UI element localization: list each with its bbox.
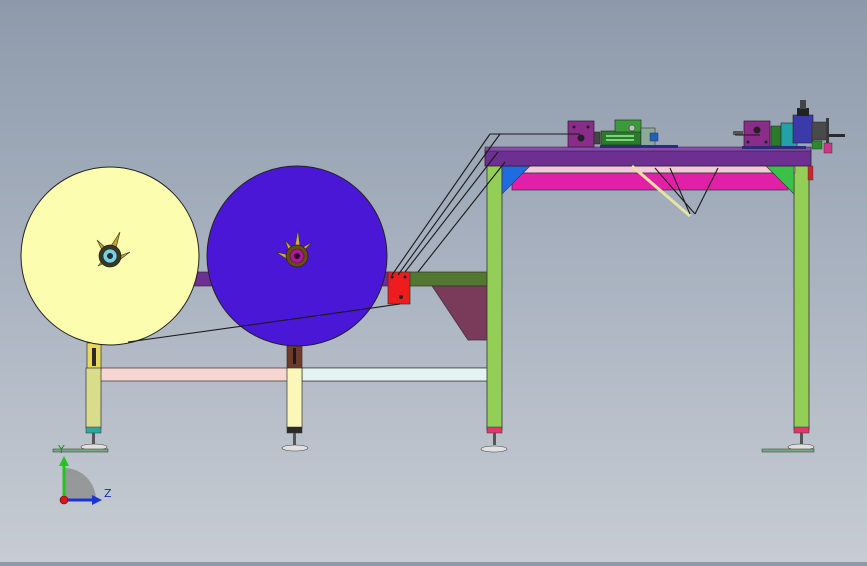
coordinate-triad: Y Z [57,443,112,505]
leg-1-screw [92,433,95,445]
tension-arm-beam [404,271,491,287]
leg-2-foot-cap [286,426,303,434]
roll-1 [20,166,200,346]
main-frame [480,146,815,453]
web-bracket-to-table-1 [391,133,491,276]
leg-2-foot-pad [281,444,309,452]
unwind-stand [52,342,489,453]
top-rail-pink [501,165,796,174]
web-bracket-to-table-2 [397,133,501,276]
x-axis-origin [59,495,69,505]
lower-tie-beam-right [301,367,489,382]
right-actuator [792,114,814,144]
cad-viewport[interactable]: Y Z [0,0,867,562]
roll-2 [206,165,388,347]
left-gearbox [614,119,642,133]
floor-plate-2 [761,448,815,453]
table-top [484,149,812,167]
tension-bracket [387,271,411,305]
leg-1-foot-cap [85,426,102,434]
tabletop-equipment [567,100,845,154]
table-side-clamp [807,165,814,181]
triad-quadrant [64,468,96,500]
leg-2-screw [293,433,296,445]
frame-column-right [793,163,810,431]
y-axis-label: Y [57,443,65,456]
roll-2-support-slot [293,348,296,364]
frame-column-left [486,163,503,431]
column-right-foot-cap [793,426,810,434]
column-left-foot-pad [480,445,508,453]
leg-1 [85,367,102,429]
leg-2 [286,367,303,429]
machine-drawing: Y Z [20,100,845,505]
right-base-plate [742,146,806,149]
web-bracket-to-table-3 [404,151,499,273]
left-motor-unit [600,130,642,146]
column-left-foot-cap [486,426,503,434]
left-base-plate [600,145,678,148]
roll-1-support-slot [92,348,96,366]
z-axis-label: Z [104,487,112,500]
gusset-plate [431,285,489,341]
